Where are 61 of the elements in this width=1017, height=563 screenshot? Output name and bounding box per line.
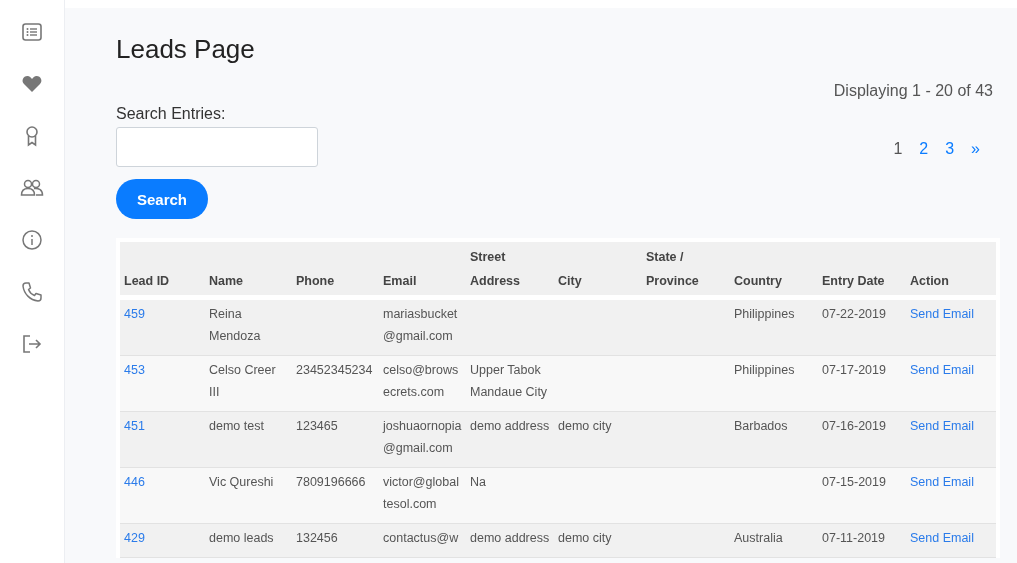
table-cell: Na: [470, 475, 486, 489]
column-header: Street Address: [470, 250, 521, 288]
search-label: Search Entries:: [116, 105, 226, 123]
table-cell: Philippines: [734, 307, 795, 321]
current-page[interactable]: 1: [893, 140, 903, 158]
send-email-link[interactable]: Send Email: [910, 363, 974, 377]
table-cell: demo city: [558, 419, 612, 433]
send-email-link[interactable]: Send Email: [910, 419, 974, 433]
column-header: Name: [209, 274, 244, 288]
table-cell: celso@browsecrets.com: [383, 363, 459, 399]
table-cell: 07-16-2019: [822, 419, 886, 433]
table-cell: Upper Tabok Mandaue City: [470, 363, 548, 399]
table-cell: demo test: [209, 419, 264, 433]
table-cell: demo address: [470, 419, 550, 433]
table-cell: 23452345234: [296, 363, 373, 377]
search-field[interactable]: [116, 127, 318, 167]
table-cell: contactus@w: [383, 531, 459, 545]
info-icon[interactable]: [20, 228, 44, 252]
table-cell: mariasbucket@gmail.com: [383, 307, 458, 343]
sign-out-icon[interactable]: [20, 332, 44, 356]
list-icon[interactable]: [20, 20, 44, 44]
send-email-link[interactable]: Send Email: [910, 307, 974, 321]
table-cell: Philippines: [734, 363, 795, 377]
table-cell: victor@globaltesol.com: [383, 475, 459, 511]
table-cell: 07-17-2019: [822, 363, 886, 377]
page-link[interactable]: 2: [919, 140, 929, 158]
column-header: City: [558, 274, 582, 288]
table-cell: Celso Creer III: [209, 363, 276, 399]
column-header: Country: [734, 274, 782, 288]
table-cell: Australia: [734, 531, 783, 545]
table-cell: demo city: [558, 531, 612, 545]
table-cell: demo address: [470, 531, 550, 545]
table-cell: joshuaornopia@gmail.com: [383, 419, 462, 455]
page-title: Leads Page: [116, 34, 256, 65]
table-cell: demo leads: [209, 531, 274, 545]
column-header: Phone: [296, 274, 335, 288]
column-header: Entry Date: [822, 274, 885, 288]
phone-icon[interactable]: [20, 280, 44, 304]
page-link[interactable]: 3: [945, 140, 955, 158]
lead-id-link[interactable]: 446: [124, 475, 145, 489]
lead-id-link[interactable]: 451: [124, 419, 145, 433]
table-cell: Barbados: [734, 419, 788, 433]
table-cell: Vic Qureshi: [209, 475, 274, 489]
table-cell: 123465: [296, 419, 338, 433]
displaying-count: Displaying 1 - 20 of 43: [833, 82, 993, 100]
table-cell: Reina Mendoza: [209, 307, 261, 343]
table-cell: 07-22-2019: [822, 307, 886, 321]
column-header: State / Province: [646, 250, 699, 288]
column-header: Email: [383, 274, 417, 288]
lead-id-link[interactable]: 459: [124, 307, 145, 321]
table-cell: 132456: [296, 531, 338, 545]
table-cell: 07-15-2019: [822, 475, 886, 489]
lead-id-link[interactable]: 429: [124, 531, 145, 545]
page-link[interactable]: »: [971, 140, 980, 158]
table-cell: 7809196666: [296, 475, 366, 489]
column-header: Lead ID: [124, 274, 170, 288]
search-button[interactable]: Search: [116, 179, 208, 219]
lead-id-link[interactable]: 453: [124, 363, 145, 377]
column-header: Action: [910, 274, 949, 288]
table-cell: 07-11-2019: [822, 531, 885, 545]
send-email-link[interactable]: Send Email: [910, 475, 974, 489]
